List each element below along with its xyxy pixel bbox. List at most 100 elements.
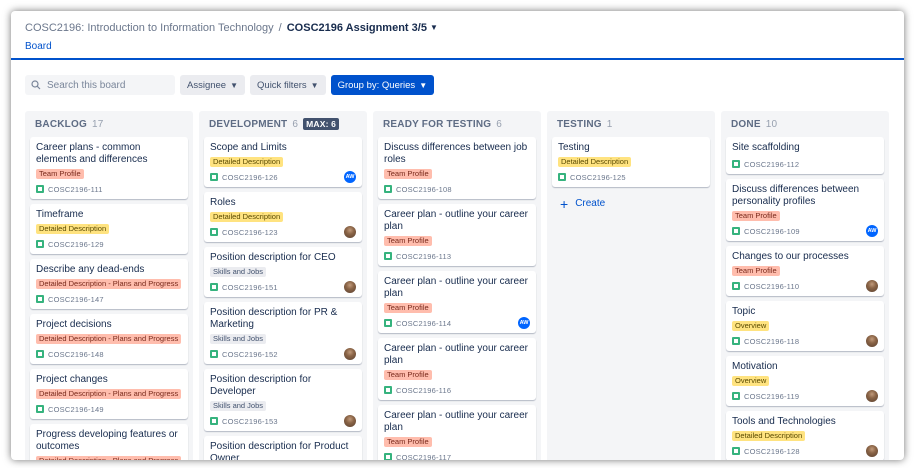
board-selector[interactable]: COSC2196 Assignment 3/5 ▼	[287, 22, 438, 34]
issue-card[interactable]: Career plan - outline your career plan Te…	[378, 405, 536, 460]
issue-label: Detailed Description	[210, 212, 284, 222]
issue-title: Career plan - outline your career plan	[384, 343, 528, 366]
issue-labels: Team Profile	[732, 266, 878, 276]
search-input[interactable]: Search this board	[25, 75, 175, 95]
issue-card[interactable]: Career plans - common elements and diffe…	[30, 137, 188, 199]
issue-key[interactable]: COSC2196-113	[396, 252, 451, 261]
issue-footer: COSC2196-119	[732, 390, 878, 402]
column-header: DONE 10	[726, 111, 884, 137]
issue-card[interactable]: Changes to our processes Team Profile COSC…	[726, 246, 884, 296]
issue-card[interactable]: Career plan - outline your career plan Te…	[378, 338, 536, 400]
issue-key[interactable]: COSC2196-152	[222, 350, 278, 359]
create-issue-button[interactable]: + Create	[552, 192, 710, 215]
issue-key[interactable]: COSC2196-119	[744, 392, 799, 401]
issue-card[interactable]: Career plan - outline your career plan Te…	[378, 271, 536, 333]
issue-title: Scope and Limits	[210, 142, 287, 153]
assignee-avatar[interactable]: AW	[344, 171, 356, 183]
assignee-avatar[interactable]	[344, 348, 356, 360]
issue-key[interactable]: COSC2196-126	[222, 173, 278, 182]
issue-key[interactable]: COSC2196-108	[396, 185, 452, 194]
assignee-avatar[interactable]	[866, 390, 878, 402]
issue-card[interactable]: Position description for CEO Skills and J…	[204, 247, 362, 297]
issue-card[interactable]: Discuss differences between personality …	[726, 179, 884, 241]
issue-key[interactable]: COSC2196-148	[48, 350, 104, 359]
column-name: BACKLOG	[35, 118, 87, 130]
issue-labels: Team Profile	[384, 169, 530, 179]
issue-key[interactable]: COSC2196-114	[396, 319, 451, 328]
column-name: DONE	[731, 118, 761, 130]
issue-footer: COSC2196-112	[732, 158, 878, 170]
quick-filters-button[interactable]: Quick filters ▼	[250, 75, 326, 95]
issue-card[interactable]: Project decisions Detailed Description - …	[30, 314, 188, 364]
story-icon	[36, 240, 44, 248]
assignee-avatar[interactable]	[344, 226, 356, 238]
tab-board[interactable]: Board	[25, 41, 52, 52]
issue-title: Career plan - outline your career plan	[384, 209, 528, 232]
issue-key[interactable]: COSC2196-123	[222, 228, 278, 237]
issue-title: Motivation	[732, 361, 778, 372]
issue-key[interactable]: COSC2196-125	[570, 173, 626, 182]
issue-card[interactable]: Site scaffolding COSC2196-112	[726, 137, 884, 174]
column-count: 10	[765, 118, 778, 130]
issue-card[interactable]: Position description for Developer Skills…	[204, 369, 362, 431]
issue-card[interactable]: Topic Overview COSC2196-118	[726, 301, 884, 351]
group-by-button[interactable]: Group by: Queries ▼	[330, 75, 435, 95]
column-count: 6	[292, 118, 299, 130]
story-icon	[210, 417, 218, 425]
issue-title: Changes to our processes	[732, 251, 849, 262]
chevron-down-icon: ▼	[419, 80, 428, 90]
issue-key[interactable]: COSC2196-129	[48, 240, 104, 249]
breadcrumb-project-link[interactable]: COSC2196: Introduction to Information Te…	[25, 22, 274, 34]
assignee-avatar[interactable]	[866, 335, 878, 347]
assignee-filter-button[interactable]: Assignee ▼	[180, 75, 246, 95]
assignee-avatar[interactable]: AW	[518, 317, 530, 329]
assignee-avatar[interactable]	[344, 281, 356, 293]
issue-key[interactable]: COSC2196-151	[222, 283, 278, 292]
issue-card[interactable]: Motivation Overview COSC2196-119	[726, 356, 884, 406]
issue-card[interactable]: Discuss differences between job roles Tea…	[378, 137, 536, 199]
column-development: DEVELOPMENT 6 MAX: 6 Scope and Limits Detail…	[199, 111, 367, 460]
issue-card[interactable]: Project changes Detailed Description - Pl…	[30, 369, 188, 419]
issue-card[interactable]: Tools and Technologies Detailed Descripti…	[726, 411, 884, 460]
issue-card[interactable]: Timeframe Detailed Description COSC2196-12…	[30, 204, 188, 254]
assignee-avatar[interactable]	[344, 415, 356, 427]
issue-card[interactable]: Scope and Limits Detailed Description COSC…	[204, 137, 362, 187]
story-icon	[384, 252, 392, 260]
board-columns: BACKLOG 17 Career plans - common elements …	[25, 111, 889, 460]
column-name: TESTING	[557, 118, 602, 130]
issue-card[interactable]: Testing Detailed Description COSC2196-125	[552, 137, 710, 187]
issue-footer: COSC2196-152	[210, 348, 356, 360]
issue-key[interactable]: COSC2196-147	[48, 295, 104, 304]
issue-card[interactable]: Career plan - outline your career plan Te…	[378, 204, 536, 266]
issue-key[interactable]: COSC2196-111	[48, 185, 103, 194]
issue-key[interactable]: COSC2196-112	[744, 160, 799, 169]
story-icon	[210, 350, 218, 358]
column-done: DONE 10 Site scaffolding COSC2196-112 Discus…	[721, 111, 889, 460]
issue-card[interactable]: Position description for PR & Marketing S…	[204, 302, 362, 364]
assignee-avatar[interactable]	[866, 280, 878, 292]
breadcrumb-separator: /	[278, 22, 282, 34]
issue-key[interactable]: COSC2196-153	[222, 417, 278, 426]
story-icon	[732, 392, 740, 400]
issue-card[interactable]: Progress developing features or outcomes…	[30, 424, 188, 460]
assignee-avatar[interactable]: AW	[866, 225, 878, 237]
issue-key[interactable]: COSC2196-117	[396, 453, 451, 461]
issue-key[interactable]: COSC2196-118	[744, 337, 799, 346]
issue-footer: COSC2196-126	[210, 171, 356, 183]
issue-labels: Team Profile	[732, 211, 878, 221]
issue-key[interactable]: COSC2196-109	[744, 227, 800, 236]
issue-footer: COSC2196-123	[210, 226, 356, 238]
issue-card[interactable]: Roles Detailed Description COSC2196-123	[204, 192, 362, 242]
chevron-down-icon: ▼	[230, 80, 239, 90]
issue-card[interactable]: Describe any dead-ends Detailed Descripti…	[30, 259, 188, 309]
search-icon	[31, 80, 41, 90]
issue-key[interactable]: COSC2196-149	[48, 405, 104, 414]
jira-board-window: COSC2196: Introduction to Information Te…	[11, 11, 904, 460]
issue-key[interactable]: COSC2196-116	[396, 386, 451, 395]
issue-labels: Overview	[732, 321, 878, 331]
issue-card[interactable]: Position description for Product Owner	[204, 436, 362, 460]
assignee-avatar[interactable]	[866, 445, 878, 457]
issue-key[interactable]: COSC2196-128	[744, 447, 800, 456]
issue-label: Detailed Description	[732, 431, 806, 441]
issue-key[interactable]: COSC2196-110	[744, 282, 799, 291]
